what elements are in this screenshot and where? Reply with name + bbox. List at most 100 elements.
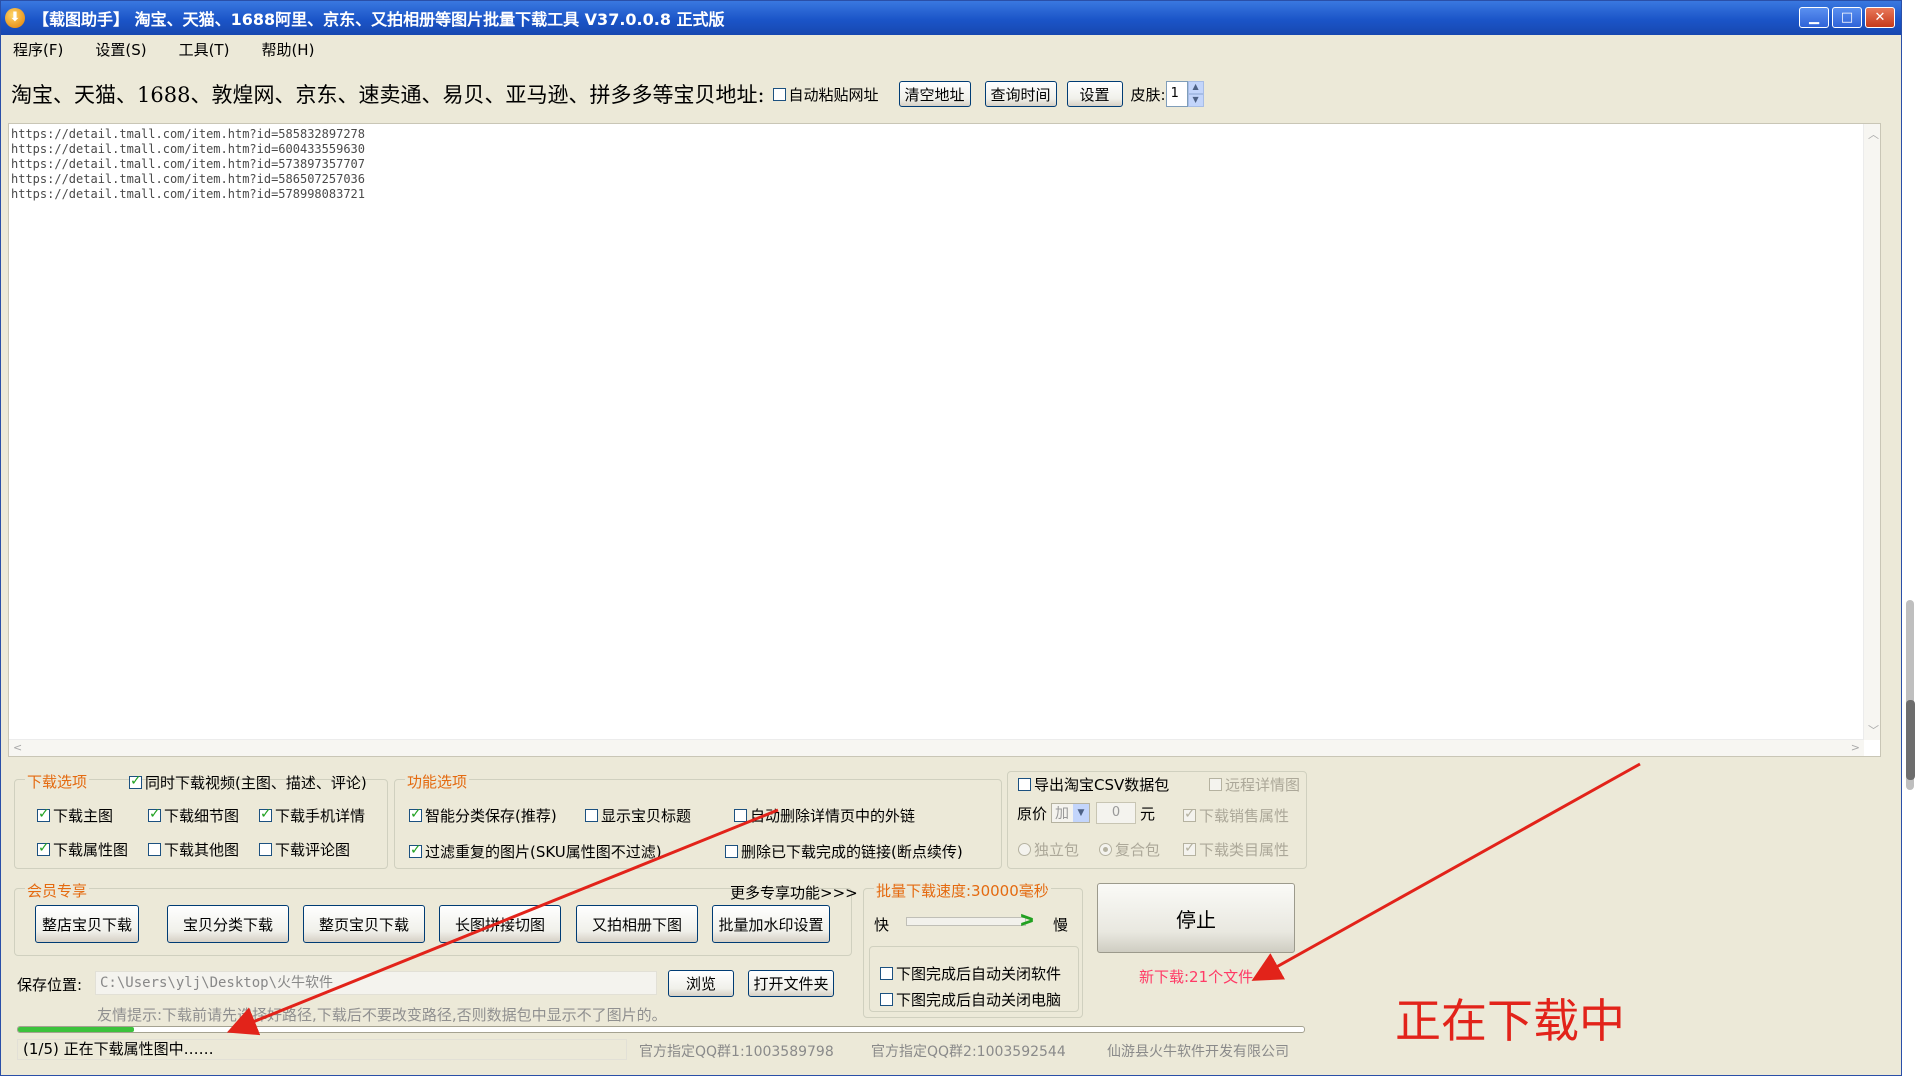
export-csv-checkbox[interactable] <box>1018 778 1031 791</box>
auto-remove-links-label: 自动删除详情页中的外链 <box>750 807 916 825</box>
speed-slow-label: 慢 <box>1053 916 1069 934</box>
query-time-button[interactable]: 查询时间 <box>984 81 1057 107</box>
upyun-album-download-button[interactable]: 又拍相册下图 <box>576 905 698 943</box>
desktop-edge <box>1902 0 1920 1080</box>
delete-done-checkbox[interactable] <box>725 845 738 858</box>
category-attr-option[interactable]: 下载类目属性 <box>1183 839 1289 860</box>
auto-shutdown-label: 下图完成后自动关闭电脑 <box>896 991 1062 1009</box>
menu-tools[interactable]: 工具(T) <box>179 39 230 60</box>
composite-radio[interactable] <box>1099 843 1112 856</box>
mobile-detail-checkbox[interactable] <box>259 806 272 822</box>
window-controls: ▁ □ ✕ <box>1799 7 1895 28</box>
whole-page-download-button[interactable]: 整页宝贝下载 <box>303 905 425 943</box>
scroll-right-icon[interactable]: > <box>1851 741 1860 754</box>
mobile-detail-option[interactable]: 下载手机详情 <box>259 805 365 826</box>
menu-help[interactable]: 帮助(H) <box>261 39 314 60</box>
outer-scrollbar-thumb[interactable] <box>1906 700 1915 780</box>
download-options-title: 下载选项 <box>25 771 90 792</box>
auto-paste-checkbox[interactable] <box>772 87 786 101</box>
title-bar: ⬇ 【载图助手】 淘宝、天猫、1688阿里、京东、又拍相册等图片批量下载工具 V… <box>1 1 1901 35</box>
main-img-option[interactable]: 下载主图 <box>37 805 113 826</box>
scroll-down-icon[interactable]: ﹀ <box>1868 722 1879 738</box>
delete-done-option[interactable]: 删除已下载完成的链接(断点续传) <box>725 841 963 862</box>
horizontal-scrollbar[interactable]: < > <box>9 739 1864 756</box>
qq-group-1: 官方指定QQ群1:1003589798 <box>639 1044 834 1060</box>
spin-up-icon[interactable]: ▲ <box>1187 81 1204 94</box>
sales-attr-checkbox[interactable] <box>1183 806 1196 822</box>
price-value-input[interactable]: 0 <box>1096 802 1137 824</box>
chevron-down-icon[interactable]: ▼ <box>1073 804 1090 822</box>
open-folder-button[interactable]: 打开文件夹 <box>748 970 834 997</box>
skin-label: 皮肤: <box>1130 85 1166 104</box>
stop-button[interactable]: 停止 <box>1097 883 1295 953</box>
other-img-label: 下载其他图 <box>164 841 240 859</box>
speed-slider-thumb[interactable]: ᐳ <box>1020 911 1034 930</box>
filter-dup-option[interactable]: 过滤重复的图片(SKU属性图不过滤) <box>409 841 662 862</box>
remote-detail-option[interactable]: 远程详情图 <box>1209 774 1300 795</box>
filter-dup-checkbox[interactable] <box>409 842 422 858</box>
smart-save-option[interactable]: 智能分类保存(推荐) <box>409 805 557 826</box>
scroll-up-icon[interactable]: ︿ <box>1868 126 1879 142</box>
auto-close-app-option[interactable]: 下图完成后自动关闭软件 <box>880 963 1061 984</box>
auto-shutdown-option[interactable]: 下图完成后自动关闭电脑 <box>880 989 1061 1010</box>
review-img-checkbox[interactable] <box>259 843 272 856</box>
maximize-button[interactable]: □ <box>1832 7 1862 28</box>
scroll-left-icon[interactable]: < <box>13 741 22 754</box>
category-attr-checkbox[interactable] <box>1183 840 1196 856</box>
batch-watermark-button[interactable]: 批量加水印设置 <box>712 905 830 943</box>
attr-img-checkbox[interactable] <box>37 840 50 856</box>
close-button[interactable]: ✕ <box>1865 7 1895 28</box>
member-title: 会员专享 <box>25 880 90 901</box>
url-textarea[interactable]: https://detail.tmall.com/item.htm?id=585… <box>8 123 1881 757</box>
minimize-button[interactable]: ▁ <box>1799 7 1829 28</box>
detail-img-checkbox[interactable] <box>148 806 161 822</box>
show-title-checkbox[interactable] <box>585 809 598 822</box>
skin-spinner[interactable]: ▲ ▼ <box>1187 81 1204 107</box>
save-path-input[interactable]: C:\Users\ylj\Desktop\火牛软件 <box>95 971 657 995</box>
long-image-stitch-button[interactable]: 长图拼接切图 <box>439 905 561 943</box>
review-img-option[interactable]: 下载评论图 <box>259 839 350 860</box>
menu-bar: 程序(F) 设置(S) 工具(T) 帮助(H) <box>1 35 1901 63</box>
other-img-checkbox[interactable] <box>148 843 161 856</box>
sales-attr-label: 下载销售属性 <box>1199 807 1290 825</box>
video-option[interactable]: 同时下载视频(主图、描述、评论) <box>129 772 367 793</box>
whole-store-download-button[interactable]: 整店宝贝下载 <box>35 905 139 943</box>
settings-button[interactable]: 设置 <box>1066 81 1123 107</box>
attr-img-option[interactable]: 下载属性图 <box>37 839 128 860</box>
clear-urls-button[interactable]: 清空地址 <box>898 81 971 107</box>
other-img-option[interactable]: 下载其他图 <box>148 839 239 860</box>
standalone-radio[interactable] <box>1018 843 1031 856</box>
speed-slider-track[interactable] <box>906 917 1026 926</box>
export-csv-label: 导出淘宝CSV数据包 <box>1034 776 1170 794</box>
spin-down-icon[interactable]: ▼ <box>1187 94 1204 107</box>
auto-shutdown-checkbox[interactable] <box>880 993 893 1006</box>
detail-img-label: 下载细节图 <box>164 807 240 825</box>
category-download-button[interactable]: 宝贝分类下载 <box>167 905 289 943</box>
video-checkbox[interactable] <box>129 773 142 789</box>
url-line: https://detail.tmall.com/item.htm?id=600… <box>11 142 366 156</box>
save-location-label: 保存位置: <box>17 976 83 994</box>
smart-save-checkbox[interactable] <box>409 806 422 822</box>
auto-remove-links-checkbox[interactable] <box>734 809 747 822</box>
menu-settings[interactable]: 设置(S) <box>95 39 146 60</box>
menu-program[interactable]: 程序(F) <box>13 39 63 60</box>
skin-value[interactable]: 1 <box>1165 81 1188 107</box>
price-op-select[interactable]: 加 ▼ <box>1051 803 1091 823</box>
detail-img-option[interactable]: 下载细节图 <box>148 805 239 826</box>
more-features-link[interactable]: 更多专享功能>>> <box>730 882 858 903</box>
auto-remove-links-option[interactable]: 自动删除详情页中的外链 <box>734 805 915 826</box>
auto-close-app-checkbox[interactable] <box>880 967 893 980</box>
browse-button[interactable]: 浏览 <box>668 970 734 997</box>
auto-close-app-label: 下图完成后自动关闭软件 <box>896 965 1062 983</box>
standalone-option[interactable]: 独立包 <box>1018 839 1079 860</box>
speed-fast-label: 快 <box>874 916 890 934</box>
main-img-checkbox[interactable] <box>37 806 50 822</box>
url-line: https://detail.tmall.com/item.htm?id=578… <box>11 187 366 201</box>
export-csv-option[interactable]: 导出淘宝CSV数据包 <box>1018 774 1169 795</box>
show-title-option[interactable]: 显示宝贝标题 <box>585 805 691 826</box>
vertical-scrollbar[interactable]: ︿ ﹀ <box>1863 124 1880 740</box>
remote-detail-checkbox[interactable] <box>1209 778 1222 791</box>
download-arrow-icon: ⬇ <box>5 8 25 28</box>
sales-attr-option[interactable]: 下载销售属性 <box>1183 805 1289 826</box>
composite-option[interactable]: 复合包 <box>1099 839 1160 860</box>
